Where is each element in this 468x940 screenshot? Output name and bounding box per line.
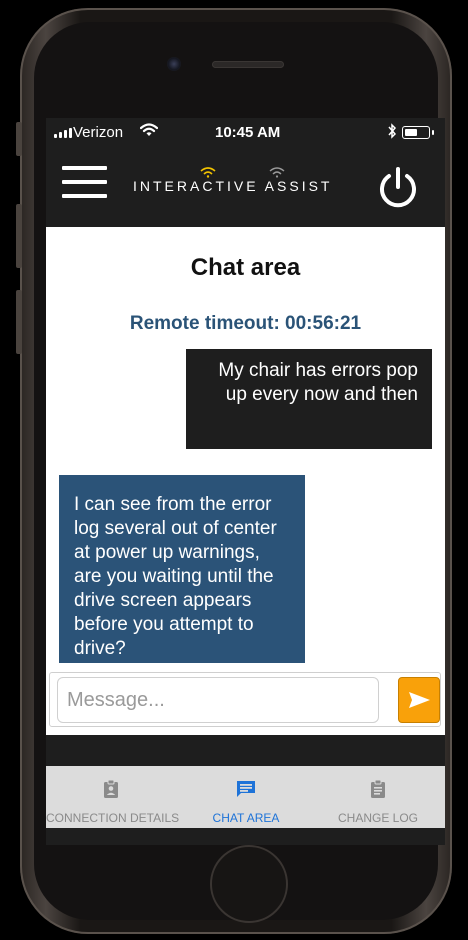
tab-change-log[interactable]: CHANGE LOG	[326, 766, 430, 828]
battery-icon	[402, 126, 434, 139]
brand-signal-icon	[200, 167, 216, 178]
page-title: Chat area	[190, 254, 301, 281]
phone-screen: Verizon 10:45 AM INTERACTIVE ASSIST Chat…	[46, 118, 445, 845]
earpiece-speaker	[212, 61, 284, 68]
mute-switch	[16, 122, 22, 156]
tab-connection-details[interactable]: CONNECTION DETAILS	[46, 766, 180, 828]
wifi-icon	[140, 123, 158, 136]
send-icon	[409, 692, 430, 708]
status-time: 10:45 AM	[215, 124, 281, 141]
home-button[interactable]	[210, 845, 288, 923]
menu-icon[interactable]	[62, 166, 107, 200]
bluetooth-icon	[388, 123, 397, 139]
clipboard-person-icon	[104, 780, 118, 798]
tab-chat-area[interactable]: CHAT AREA	[196, 766, 296, 828]
bottom-tab-bar: CONNECTION DETAILS CHAT AREA CHANGE LOG	[46, 766, 445, 828]
message-bubble-remote: I can see from the error log several out…	[59, 475, 305, 663]
front-camera	[167, 57, 181, 71]
carrier-name: Verizon	[73, 124, 124, 141]
chat-panel: Chat area Remote timeout: 00:56:21 My ch…	[46, 227, 445, 735]
message-composer	[49, 672, 441, 727]
clipboard-list-icon	[371, 780, 385, 798]
chat-bubble-icon	[237, 781, 255, 797]
remote-timeout: Remote timeout: 00:56:21	[129, 313, 362, 334]
power-icon[interactable]	[376, 166, 420, 210]
tab-label: CHAT AREA	[212, 811, 280, 825]
volume-down-button	[16, 290, 22, 354]
signal-strength-icon	[54, 128, 72, 138]
volume-up-button	[16, 204, 22, 268]
message-bubble-user: My chair has errors pop up every now and…	[186, 349, 432, 449]
send-button[interactable]	[398, 677, 440, 723]
app-header: INTERACTIVE ASSIST	[46, 148, 445, 228]
brand-logo-text: INTERACTIVE ASSIST	[133, 178, 333, 194]
tab-label: CONNECTION DETAILS	[46, 811, 180, 825]
status-bar: Verizon 10:45 AM	[46, 118, 445, 148]
tab-label: CHANGE LOG	[337, 811, 418, 825]
message-input[interactable]	[57, 677, 379, 723]
brand-signal-icon-alt	[269, 167, 285, 178]
